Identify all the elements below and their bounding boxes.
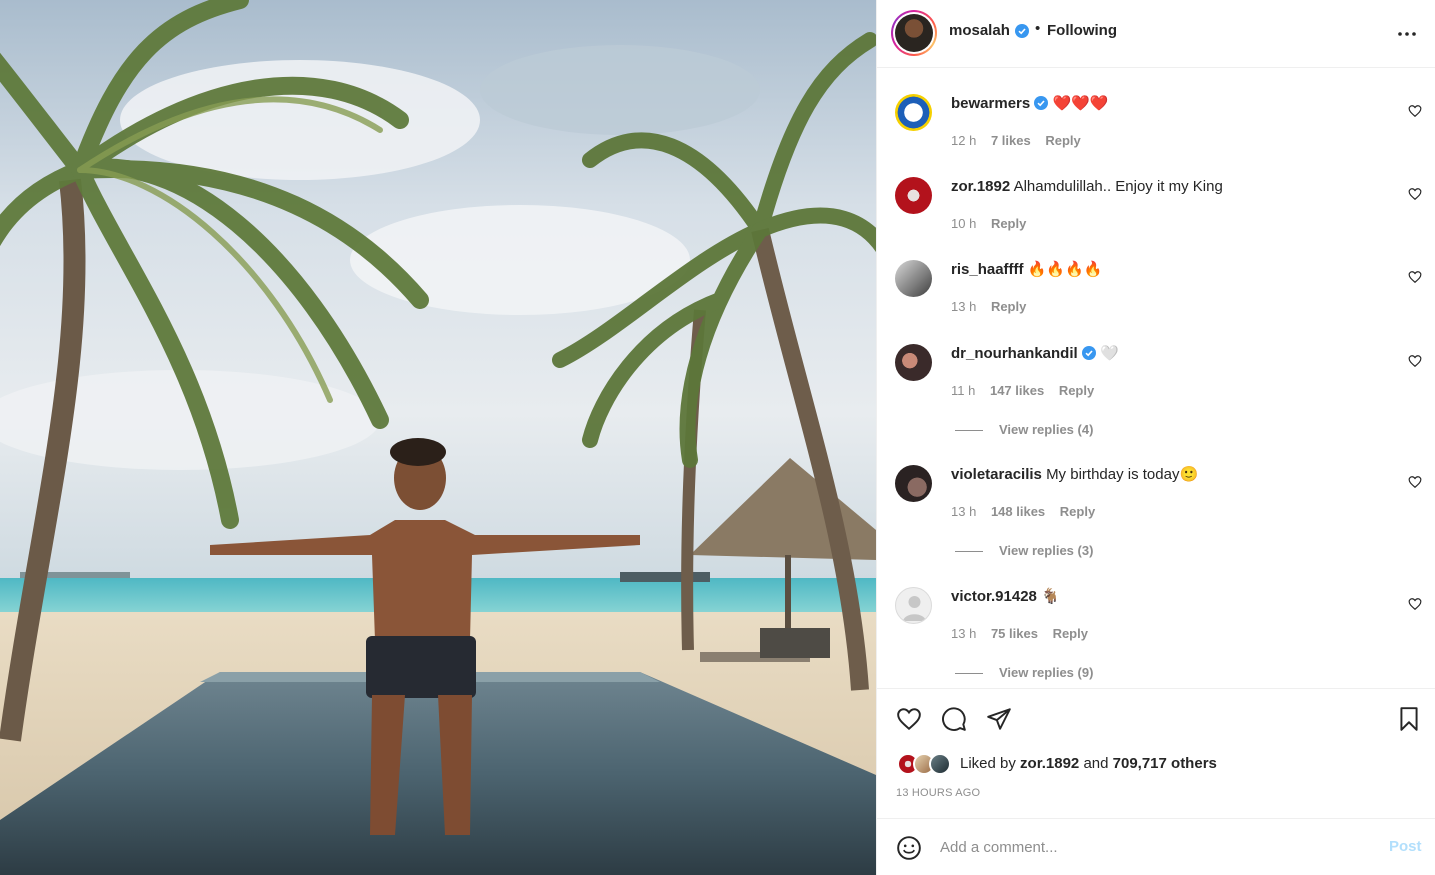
comment-like-heart-icon[interactable] [1408, 475, 1422, 489]
comment-like-heart-icon[interactable] [1408, 597, 1422, 611]
view-replies-label[interactable]: View replies (9) [999, 665, 1093, 680]
liked-by-row: Liked by zor.1892 and 709,717 others [897, 753, 1417, 777]
comment-like-heart-icon[interactable] [1408, 354, 1422, 368]
replies-divider [955, 551, 983, 553]
comment-likes[interactable]: 7 likes [991, 133, 1031, 148]
reply-button[interactable]: Reply [1053, 626, 1088, 641]
liked-by-conjunction: and [1083, 755, 1109, 772]
bookmark-icon[interactable] [1396, 706, 1422, 732]
paper-plane-icon[interactable] [986, 706, 1012, 732]
replies-divider [955, 430, 983, 432]
commenter-username[interactable]: victor.91428 [951, 588, 1037, 605]
comment-time: 12 h [951, 133, 977, 148]
view-replies-label[interactable]: View replies (4) [999, 422, 1093, 437]
liked-by-prefix: Liked by [960, 755, 1016, 772]
comment-like-heart-icon[interactable] [1408, 270, 1422, 284]
post-header: mosalah • Following [877, 0, 1435, 68]
liked-by-text: Liked by zor.1892 and 709,717 others [960, 755, 1217, 772]
commenter-username[interactable]: bewarmers [951, 95, 1030, 112]
comment-likes[interactable]: 75 likes [991, 626, 1038, 641]
reply-button[interactable]: Reply [1045, 133, 1080, 148]
following-button[interactable]: Following [1047, 22, 1117, 39]
commenter-avatar[interactable] [895, 177, 932, 214]
post-comment-button[interactable]: Post [1389, 838, 1422, 855]
reply-button[interactable]: Reply [1060, 504, 1095, 519]
post-details-panel: mosalah • Following bewarmers ❤️❤️❤️ 12 … [876, 0, 1435, 875]
liked-by-avatars[interactable] [897, 753, 957, 777]
commenter-username[interactable]: dr_nourhankandil [951, 345, 1078, 362]
commenter-avatar[interactable] [895, 260, 932, 297]
view-replies-label[interactable]: View replies (3) [999, 543, 1093, 558]
comment-time: 13 h [951, 504, 977, 519]
comment-time: 11 h [951, 383, 976, 398]
author-username[interactable]: mosalah [949, 22, 1010, 39]
comment-likes[interactable]: 148 likes [991, 504, 1045, 519]
beach-photo-illustration [0, 0, 876, 875]
view-replies-button[interactable]: View replies (4) [955, 422, 1093, 437]
comment-text: ❤️❤️❤️ [1052, 95, 1109, 112]
view-replies-button[interactable]: View replies (3) [955, 543, 1093, 558]
commenter-username[interactable]: ris_haaffff [951, 261, 1024, 278]
commenter-avatar[interactable] [895, 344, 932, 381]
comment-likes[interactable]: 147 likes [990, 383, 1044, 398]
commenter-avatar[interactable] [895, 465, 932, 502]
commenter-username[interactable]: zor.1892 [951, 178, 1010, 195]
post-actions: Liked by zor.1892 and 709,717 others 13 … [877, 688, 1435, 818]
default-avatar-icon [903, 596, 926, 621]
likes-count[interactable]: 709,717 others [1113, 755, 1217, 772]
commenter-avatar[interactable] [895, 587, 932, 624]
comment-icon[interactable] [941, 706, 967, 732]
liked-by-user[interactable]: zor.1892 [1020, 755, 1079, 772]
comment-text: 🐐 [1041, 588, 1060, 605]
post-photo[interactable] [0, 0, 876, 875]
add-comment-bar: Post [877, 818, 1435, 875]
commenter-avatar[interactable] [895, 94, 932, 131]
verified-badge-icon [1015, 24, 1029, 38]
author-avatar[interactable] [891, 10, 937, 56]
comment-input[interactable] [940, 835, 1360, 859]
reply-button[interactable]: Reply [991, 299, 1026, 314]
view-replies-button[interactable]: View replies (9) [955, 665, 1093, 680]
commenter-username[interactable]: violetaracilis [951, 466, 1042, 483]
comment-text: Alhamdulillah.. Enjoy it my King [1013, 178, 1223, 195]
comments-list[interactable]: bewarmers ❤️❤️❤️ 12 h 7 likes Reply zor.… [877, 68, 1435, 688]
reply-button[interactable]: Reply [991, 216, 1026, 231]
heart-icon[interactable] [896, 706, 922, 732]
separator-dot: • [1035, 20, 1041, 37]
replies-divider [955, 673, 983, 675]
post-timestamp[interactable]: 13 HOURS AGO [896, 787, 980, 799]
comment-time: 13 h [951, 299, 977, 314]
comment-text: 🤍 [1100, 345, 1119, 362]
verified-badge-icon [1081, 346, 1096, 360]
comment-time: 13 h [951, 626, 977, 641]
comment-time: 10 h [951, 216, 977, 231]
comment-like-heart-icon[interactable] [1408, 104, 1422, 118]
verified-badge-icon [1034, 96, 1049, 110]
comment-like-heart-icon[interactable] [1408, 187, 1422, 201]
comment-text: 🔥🔥🔥🔥 [1027, 261, 1103, 278]
more-horizontal-icon[interactable] [1395, 22, 1419, 46]
reply-button[interactable]: Reply [1059, 383, 1094, 398]
comment-text: My birthday is today🙂 [1046, 466, 1199, 483]
smiley-icon[interactable] [896, 835, 922, 861]
